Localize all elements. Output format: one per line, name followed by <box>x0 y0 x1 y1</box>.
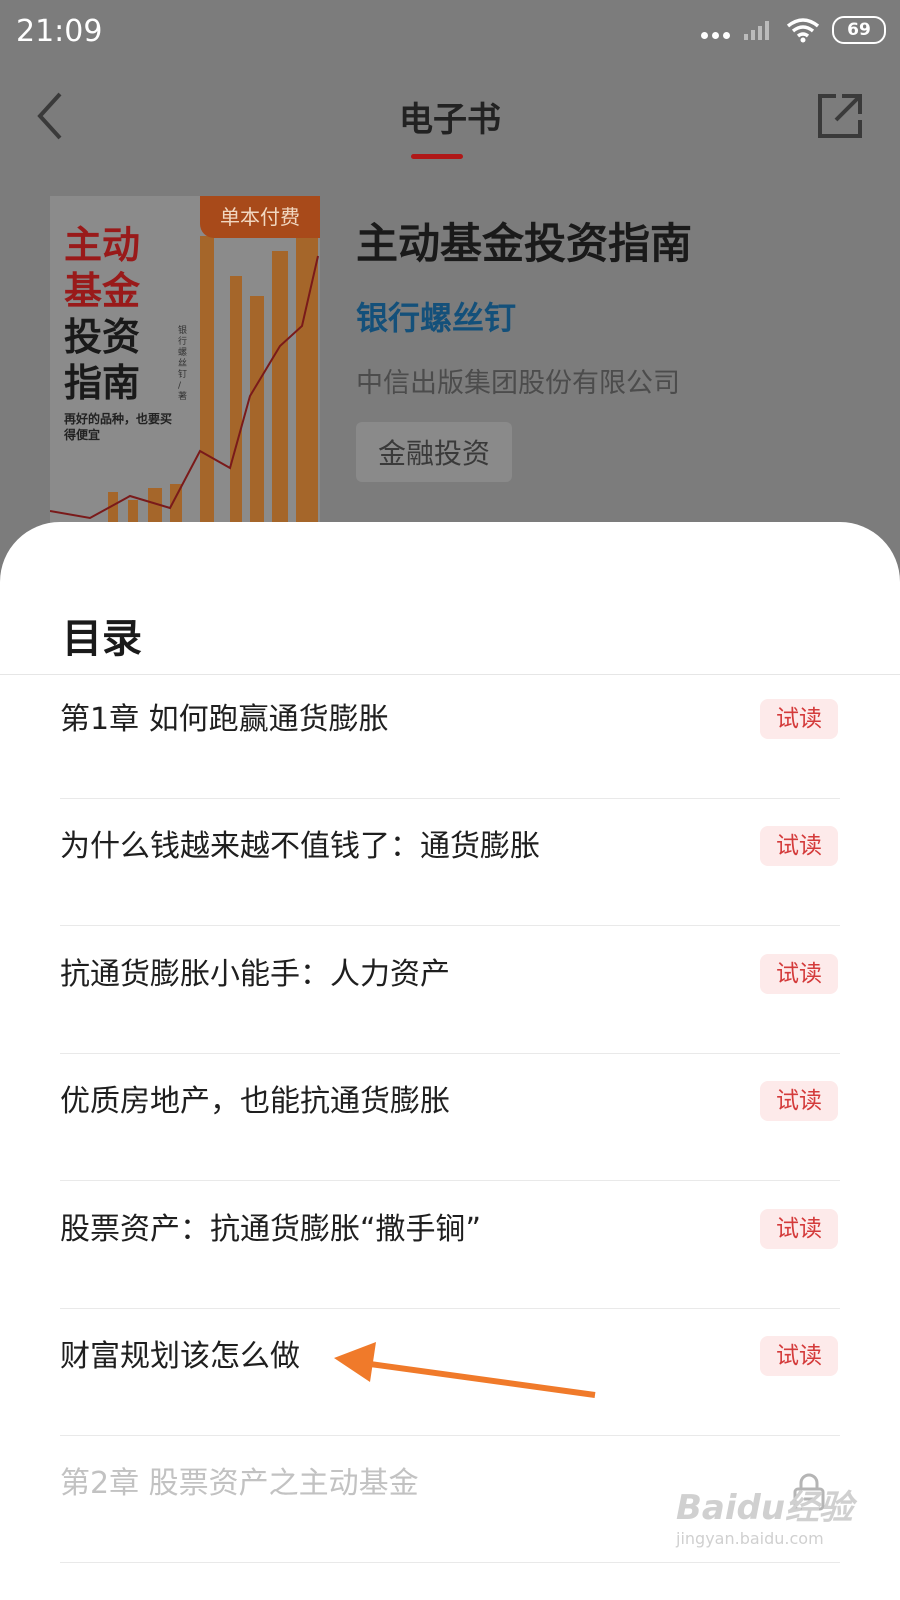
battery-icon: 69 <box>832 16 886 44</box>
annotation-arrow-icon <box>334 1342 596 1398</box>
book-publisher: 中信出版集团股份有限公司 <box>356 368 680 399</box>
trial-badge: 试读 <box>760 1209 838 1249</box>
toc-item-label: 优质房地产，也能抗通货膨胀 <box>60 1084 450 1119</box>
watermark-main: Baidu经验 <box>676 1488 854 1528</box>
toc-item-label: 第1章 如何跑赢通货膨胀 <box>60 702 389 737</box>
toc-item-label: 为什么钱越来越不值钱了：通货膨胀 <box>60 829 540 864</box>
cover-author: 银行螺丝钉 / 著 <box>178 326 188 402</box>
page-title: 电子书 <box>399 100 501 140</box>
signal-icon <box>744 21 769 40</box>
title-underline <box>411 154 463 159</box>
toc-item[interactable]: 优质房地产，也能抗通货膨胀 试读 <box>60 1054 840 1181</box>
watermark-sub: jingyan.baidu.com <box>676 1529 824 1548</box>
trial-badge: 试读 <box>760 954 838 994</box>
status-icons: 69 <box>701 16 886 44</box>
status-time: 21:09 <box>16 14 103 49</box>
trial-badge: 试读 <box>760 1081 838 1121</box>
wifi-icon <box>786 18 820 43</box>
toc-item-label: 股票资产：抗通货膨胀“撒手锏” <box>60 1212 482 1247</box>
watermark: Baidu经验 jingyan.baidu.com <box>676 1480 853 1548</box>
book-info: 主动基金投资指南 银行螺丝钉 中信出版集团股份有限公司 金融投资 <box>356 210 876 482</box>
toc-item[interactable]: 为什么钱越来越不值钱了：通货膨胀 试读 <box>60 799 840 926</box>
book-author[interactable]: 银行螺丝钉 <box>356 293 876 339</box>
toc-item-label: 财富规划该怎么做 <box>60 1339 300 1374</box>
status-bar: 21:09 69 <box>0 0 900 64</box>
book-title: 主动基金投资指南 <box>356 219 693 268</box>
nav-bar: 电子书 <box>0 70 900 170</box>
trial-badge: 试读 <box>760 699 838 739</box>
cover-title: 主动 基金 投资 指南 <box>64 223 141 405</box>
toc-item-label: 第2章 股票资产之主动基金 <box>60 1466 419 1501</box>
trial-badge: 试读 <box>760 1336 838 1376</box>
toc-item[interactable]: 抗通货膨胀小能手：人力资产 试读 <box>60 927 840 1054</box>
share-icon[interactable] <box>814 90 866 142</box>
toc-item-label: 抗通货膨胀小能手：人力资产 <box>60 957 450 992</box>
cover-slogan: 再好的品种，也要买得便宜 <box>64 412 173 442</box>
toc-item[interactable]: 股票资产：抗通货膨胀“撒手锏” 试读 <box>60 1182 840 1309</box>
category-tag[interactable]: 金融投资 <box>356 422 513 482</box>
more-dots-icon <box>701 31 730 39</box>
cover-badge: 单本付费 <box>200 196 320 238</box>
toc-heading: 目录 <box>62 616 142 662</box>
trial-badge: 试读 <box>760 826 838 866</box>
toc-sheet: 目录 第1章 如何跑赢通货膨胀 试读 为什么钱越来越不值钱了：通货膨胀 试读 抗… <box>0 522 900 1600</box>
toc-item[interactable]: 第1章 如何跑赢通货膨胀 试读 <box>60 672 840 799</box>
book-cover[interactable]: 单本付费 主动 基金 投资 指南 再好的品种，也要买得便宜 银行螺丝钉 / 著 <box>50 196 320 536</box>
